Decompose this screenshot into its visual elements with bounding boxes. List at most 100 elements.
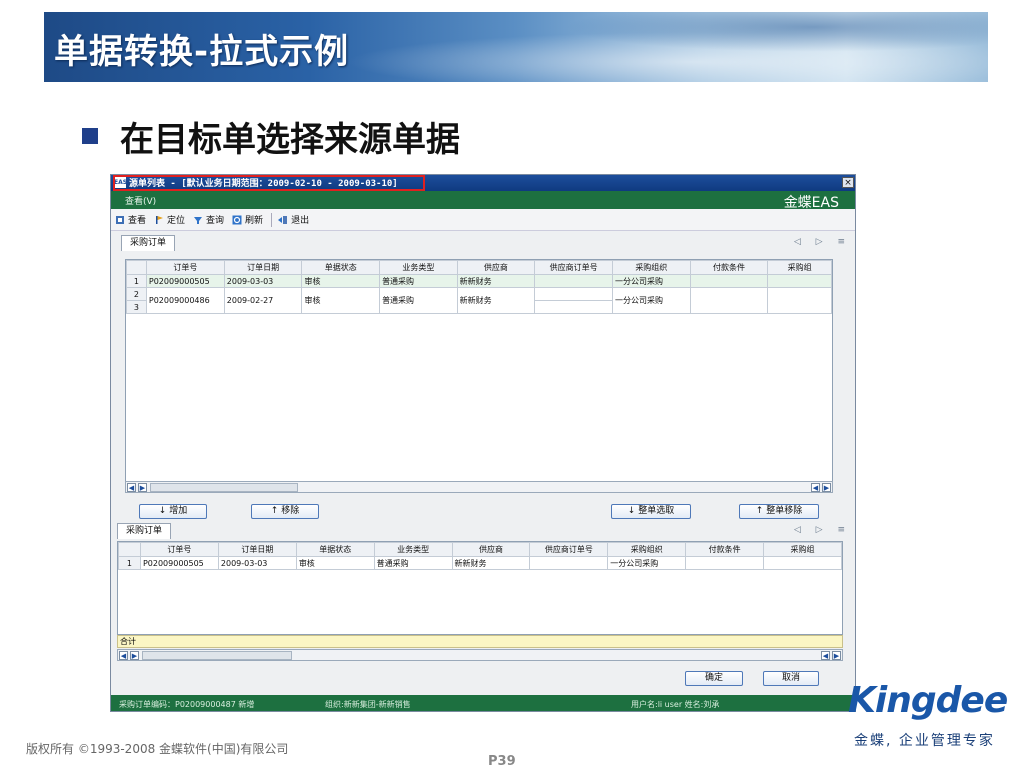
remove-button[interactable]: ↑ 移除 [251, 504, 319, 519]
top-tab-row: 采购订单 ◁ ▷ ≡ [121, 235, 851, 251]
column-header[interactable]: 供应商 [456, 260, 536, 275]
table-cell [767, 287, 832, 314]
table-cell: 审核 [301, 274, 381, 288]
menu-bar: 查看(V) 金蝶EAS [111, 191, 855, 211]
cancel-button[interactable]: 取消 [763, 671, 819, 686]
column-header[interactable]: 付款条件 [685, 542, 765, 557]
column-header[interactable]: 订单日期 [223, 260, 303, 275]
remove-all-button[interactable]: ↑ 整单移除 [739, 504, 819, 519]
tab-purchase-order-top[interactable]: 采购订单 [121, 235, 176, 251]
tab-nav-arrows[interactable]: ◁ ▷ ≡ [794, 237, 851, 247]
column-header[interactable]: 业务类型 [373, 542, 453, 557]
bullet-point: 在目标单选择来源单据 [82, 112, 460, 160]
table-cell [767, 274, 832, 288]
table-row[interactable]: 2 P02009000486 2009-02-27 审核 普通采购 新新财务 一… [126, 287, 832, 314]
column-header[interactable]: 单据状态 [301, 260, 381, 275]
scroll-left-end-icon[interactable]: ◀ [821, 651, 830, 660]
column-header[interactable]: 订单日期 [217, 542, 297, 557]
table-cell [685, 556, 765, 570]
column-header[interactable]: 采购组 [767, 260, 832, 275]
scroll-right-icon[interactable]: ▶ [138, 483, 147, 492]
table-cell [534, 300, 613, 314]
top-grid-scrollbar[interactable]: ◀ ▶ ◀ ▶ [125, 481, 833, 493]
table-cell: 2009-02-27 [223, 287, 303, 314]
refresh-icon [232, 215, 242, 224]
select-all-button[interactable]: ↓ 整单选取 [611, 504, 691, 519]
toolbar: 查看 定位 查询 刷新 退出 [111, 209, 855, 231]
exit-button[interactable]: 退出 [278, 213, 309, 226]
row-number: 1 [126, 274, 147, 288]
scroll-thumb[interactable] [150, 483, 298, 492]
table-cell: 审核 [295, 556, 375, 570]
bullet-text: 在目标单选择来源单据 [120, 119, 460, 160]
column-header[interactable]: 供应商 [451, 542, 531, 557]
header-row: 订单号 订单日期 单据状态 业务类型 供应商 供应商订单号 采购组织 付款条件 … [126, 260, 832, 275]
scroll-right-end-icon[interactable]: ▶ [822, 483, 831, 492]
scroll-right-icon[interactable]: ▶ [130, 651, 139, 660]
menu-view[interactable]: 查看(V) [125, 194, 156, 207]
column-header[interactable]: 采购组 [763, 542, 842, 557]
locate-button[interactable]: 定位 [154, 213, 185, 226]
title-banner: 单据转换-拉式示例 [44, 12, 988, 82]
total-label: 合计 [120, 637, 136, 646]
view-button[interactable]: 查看 [115, 213, 146, 226]
tab-nav-arrows[interactable]: ◁ ▷ ≡ [794, 525, 851, 535]
row-number: 1 [118, 556, 141, 570]
ok-button[interactable]: 确定 [685, 671, 743, 686]
column-header[interactable]: 采购组织 [607, 542, 687, 557]
header-row: 订单号 订单日期 单据状态 业务类型 供应商 供应商订单号 采购组织 付款条件 … [118, 542, 842, 557]
table-cell: P02009000505 [139, 556, 219, 570]
table-cell [534, 274, 613, 288]
table-cell [763, 556, 842, 570]
add-button[interactable]: ↓ 增加 [139, 504, 207, 519]
scroll-left-icon[interactable]: ◀ [119, 651, 128, 660]
toolbar-separator [271, 212, 273, 227]
scroll-right-end-icon[interactable]: ▶ [832, 651, 841, 660]
column-header[interactable]: 供应商订单号 [534, 260, 613, 275]
total-row: 合计 [117, 635, 843, 648]
view-button-label: 查看 [128, 216, 147, 226]
corner-cell [126, 260, 147, 275]
query-button-label: 查询 [206, 216, 225, 226]
corner-cell [118, 542, 141, 557]
table-cell: 审核 [301, 287, 381, 314]
scroll-left-end-icon[interactable]: ◀ [811, 483, 820, 492]
table-cell [689, 274, 769, 288]
table-cell: 2009-03-03 [217, 556, 297, 570]
table-row[interactable]: 1 P02009000505 2009-03-03 审核 普通采购 新新财务 一… [126, 274, 832, 288]
kingdee-slogan: 金蝶, 企业管理专家 [854, 733, 995, 749]
column-header[interactable]: 订单号 [145, 260, 225, 275]
slide: 单据转换-拉式示例 在目标单选择来源单据 EAS 源单列表 - [默认业务日期范… [0, 0, 1024, 768]
filter-icon [194, 216, 203, 224]
locate-icon [156, 215, 164, 224]
close-button[interactable]: × [842, 177, 854, 188]
source-list-window: EAS 源单列表 - [默认业务日期范围：2009-02-10 - 2009-0… [110, 174, 856, 712]
table-cell [534, 287, 613, 301]
exit-icon [278, 215, 288, 224]
window-titlebar[interactable]: EAS 源单列表 - [默认业务日期范围：2009-02-10 - 2009-0… [111, 175, 855, 191]
column-header[interactable]: 付款条件 [689, 260, 769, 275]
tab-purchase-order-bottom[interactable]: 采购订单 [117, 523, 172, 539]
source-orders-grid: 订单号 订单日期 单据状态 业务类型 供应商 供应商订单号 采购组织 付款条件 … [125, 259, 833, 485]
exit-button-label: 退出 [291, 216, 310, 226]
table-row[interactable]: 1 P02009000505 2009-03-03 审核 普通采购 新新财务 一… [118, 556, 842, 570]
bottom-tab-row: 采购订单 ◁ ▷ ≡ [117, 523, 851, 539]
table-cell: P02009000486 [145, 287, 225, 314]
column-header[interactable]: 业务类型 [379, 260, 458, 275]
table-cell: 新新财务 [456, 274, 536, 288]
refresh-button[interactable]: 刷新 [232, 213, 263, 226]
row-number: 3 [126, 300, 147, 314]
scroll-thumb[interactable] [142, 651, 292, 660]
column-header[interactable]: 单据状态 [295, 542, 375, 557]
column-header[interactable]: 订单号 [139, 542, 219, 557]
scroll-left-icon[interactable]: ◀ [127, 483, 136, 492]
column-header[interactable]: 供应商订单号 [529, 542, 609, 557]
table-cell: 一分公司采购 [607, 556, 687, 570]
table-cell: 一分公司采购 [611, 274, 691, 288]
column-header[interactable]: 采购组织 [611, 260, 691, 275]
query-button[interactable]: 查询 [193, 213, 224, 226]
bottom-grid-scrollbar[interactable]: ◀ ▶ ◀ ▶ [117, 649, 843, 661]
source-orders-table: 订单号 订单日期 单据状态 业务类型 供应商 供应商订单号 采购组织 付款条件 … [126, 260, 832, 314]
title-highlight-box [113, 175, 425, 191]
table-cell: 普通采购 [379, 287, 458, 314]
